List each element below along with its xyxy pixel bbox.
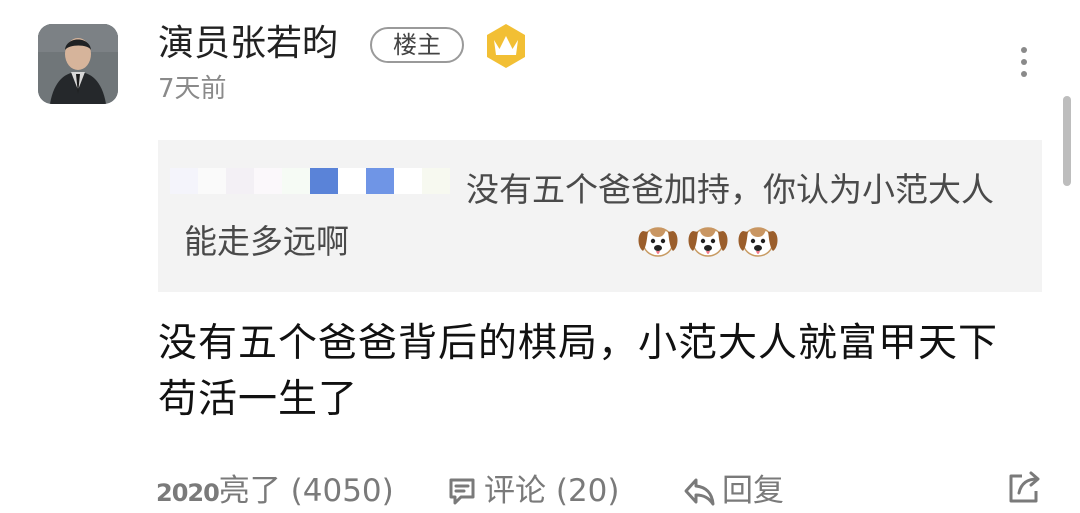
dog-face-emoji — [353, 221, 678, 261]
year-badge-icon: 2020 — [156, 479, 220, 507]
quoted-comment[interactable]: 没有五个爸爸加持，你认为小范大人能走多远啊 — [158, 140, 1042, 292]
quoted-text: 没有五个爸爸加持，你认为小范大人能走多远啊 — [184, 164, 1016, 268]
dog-emoji-group — [349, 221, 778, 261]
reply-text: 没有五个爸爸背后的棋局，小范大人就富甲天下苟活一生了 — [158, 321, 999, 422]
reply-button[interactable]: 回复 — [682, 468, 784, 513]
avatar[interactable] — [38, 24, 118, 104]
like-count-label: 亮了 (4050) — [218, 473, 394, 509]
like-button[interactable]: 2020亮了 (4050) — [156, 468, 394, 513]
quoted-comment-text: 没有五个爸爸加持，你认为小范大人能走多远啊 — [184, 170, 994, 261]
dog-face-emoji — [403, 221, 728, 261]
post-timestamp: 7天前 — [158, 74, 227, 104]
share-button[interactable] — [1004, 468, 1050, 513]
dog-face-emoji — [453, 221, 778, 261]
scrollbar[interactable] — [1063, 96, 1071, 186]
comment-button[interactable]: 评论 (20) — [446, 468, 620, 513]
comment-card: 演员张若昀 楼主 7天前 没有五个爸爸加持，你认为小范大人能走多远啊 没有五个爸… — [0, 0, 1080, 513]
comment-icon — [446, 474, 478, 513]
author-name[interactable]: 演员张若昀 — [158, 22, 338, 66]
action-bar: 2020亮了 (4050) 评论 (20) 回复 — [0, 468, 1080, 513]
more-vertical-icon[interactable] — [1004, 42, 1044, 86]
reply-label: 回复 — [722, 473, 784, 509]
comment-count-label: 评论 (20) — [484, 473, 620, 509]
share-icon — [1004, 468, 1044, 513]
crown-icon — [482, 22, 530, 70]
op-badge: 楼主 — [370, 27, 464, 63]
avatar-photo — [38, 24, 118, 104]
reply-arrow-icon — [682, 474, 716, 513]
